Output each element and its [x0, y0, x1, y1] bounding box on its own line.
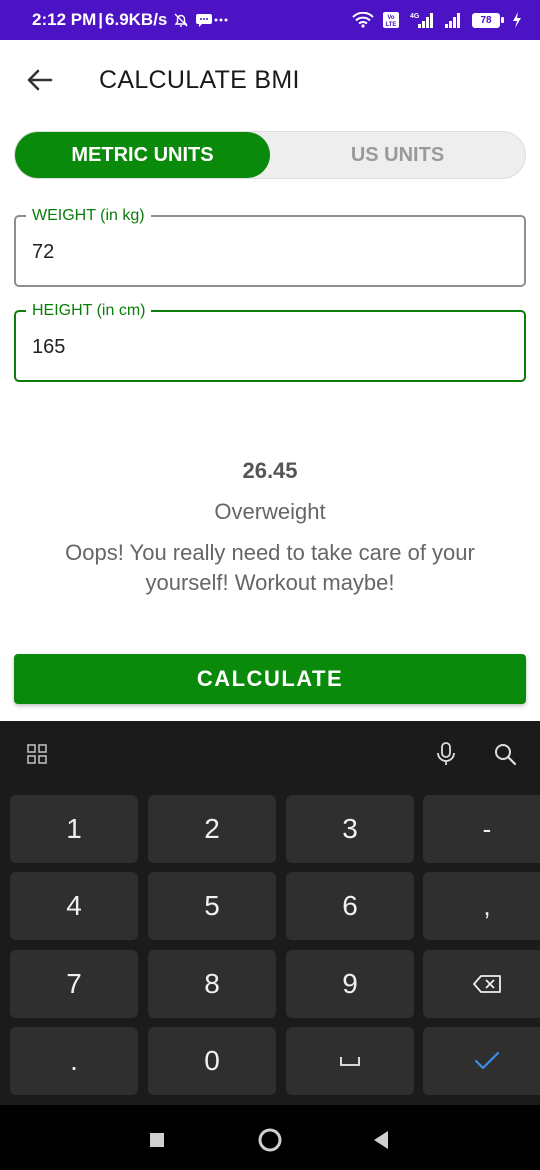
grid-icon[interactable]	[22, 739, 52, 769]
volte-icon: Vo LTE	[382, 11, 400, 29]
weight-field[interactable]: WEIGHT (in kg) 72	[14, 204, 526, 287]
key-comma[interactable]: ,	[423, 872, 540, 940]
signal-icon	[444, 11, 464, 29]
back-triangle-icon[interactable]	[366, 1125, 396, 1155]
key-1[interactable]: 1	[10, 795, 138, 863]
key-9[interactable]: 9	[286, 950, 414, 1018]
status-time: 2:12 PM	[32, 10, 97, 29]
charging-bolt-icon	[512, 12, 522, 28]
arrow-left-icon	[27, 69, 53, 91]
wifi-icon	[352, 12, 374, 28]
search-icon[interactable]	[490, 739, 520, 769]
key-backspace[interactable]	[423, 950, 540, 1018]
checkmark-icon	[474, 1051, 500, 1070]
backspace-icon	[473, 975, 501, 993]
status-left: 2:12 PM | 6.9KB/s	[32, 10, 229, 30]
key-5[interactable]: 5	[148, 872, 276, 940]
message-icon	[195, 12, 213, 28]
bmi-value: 26.45	[242, 458, 298, 483]
space-icon	[340, 1057, 360, 1066]
battery-tip	[501, 17, 504, 23]
weight-input-value[interactable]: 72	[32, 241, 54, 264]
key-3[interactable]: 3	[286, 795, 414, 863]
height-input-value[interactable]: 165	[32, 336, 65, 359]
microphone-icon[interactable]	[431, 739, 461, 769]
signal-4g-icon: 4G	[408, 11, 436, 29]
back-button[interactable]	[20, 60, 60, 100]
status-net-speed: 6.9KB/s	[105, 10, 168, 29]
key-6[interactable]: 6	[286, 872, 414, 940]
keyboard-toolbar	[0, 721, 540, 787]
notifications-off-icon	[173, 12, 189, 28]
more-dots-icon	[213, 17, 229, 23]
status-separator: |	[98, 10, 104, 29]
key-done[interactable]	[423, 1027, 540, 1095]
key-4[interactable]: 4	[10, 872, 138, 940]
battery-level: 78	[472, 12, 500, 28]
height-field[interactable]: HEIGHT (in cm) 165	[14, 299, 526, 382]
page-title: CALCULATE BMI	[99, 65, 300, 94]
units-toggle: METRIC UNITS US UNITS	[14, 131, 526, 179]
tab-us-units[interactable]: US UNITS	[270, 132, 525, 178]
calculate-button[interactable]: CALCULATE	[14, 654, 526, 704]
system-nav-bar	[0, 1105, 540, 1170]
key-space[interactable]	[286, 1027, 414, 1095]
numeric-keyboard: 1 2 3 - 4 5 6 , 7 8 9 . 0	[0, 721, 540, 1105]
key-7[interactable]: 7	[10, 950, 138, 1018]
key-period[interactable]: .	[10, 1027, 138, 1095]
key-8[interactable]: 8	[148, 950, 276, 1018]
status-right: Vo LTE 4G 78	[352, 11, 522, 29]
status-bar: 2:12 PM | 6.9KB/s Vo LTE 4G 78	[0, 0, 540, 40]
key-2[interactable]: 2	[148, 795, 276, 863]
bmi-category: Overweight	[214, 499, 326, 524]
app-bar: CALCULATE BMI	[0, 40, 540, 120]
bmi-message: Oops! You really need to take care of yo…	[65, 540, 475, 595]
recents-square-icon[interactable]	[142, 1125, 172, 1155]
key-0[interactable]: 0	[148, 1027, 276, 1095]
key-minus[interactable]: -	[423, 795, 540, 863]
svg-text:LTE: LTE	[386, 22, 397, 28]
weight-field-label: WEIGHT (in kg)	[26, 204, 151, 228]
home-circle-icon[interactable]	[255, 1125, 285, 1155]
tab-metric-units[interactable]: METRIC UNITS	[15, 132, 270, 178]
battery-icon: 78	[472, 12, 504, 28]
height-field-label: HEIGHT (in cm)	[26, 299, 152, 323]
svg-text:4G: 4G	[410, 13, 420, 20]
svg-text:Vo: Vo	[387, 15, 395, 21]
